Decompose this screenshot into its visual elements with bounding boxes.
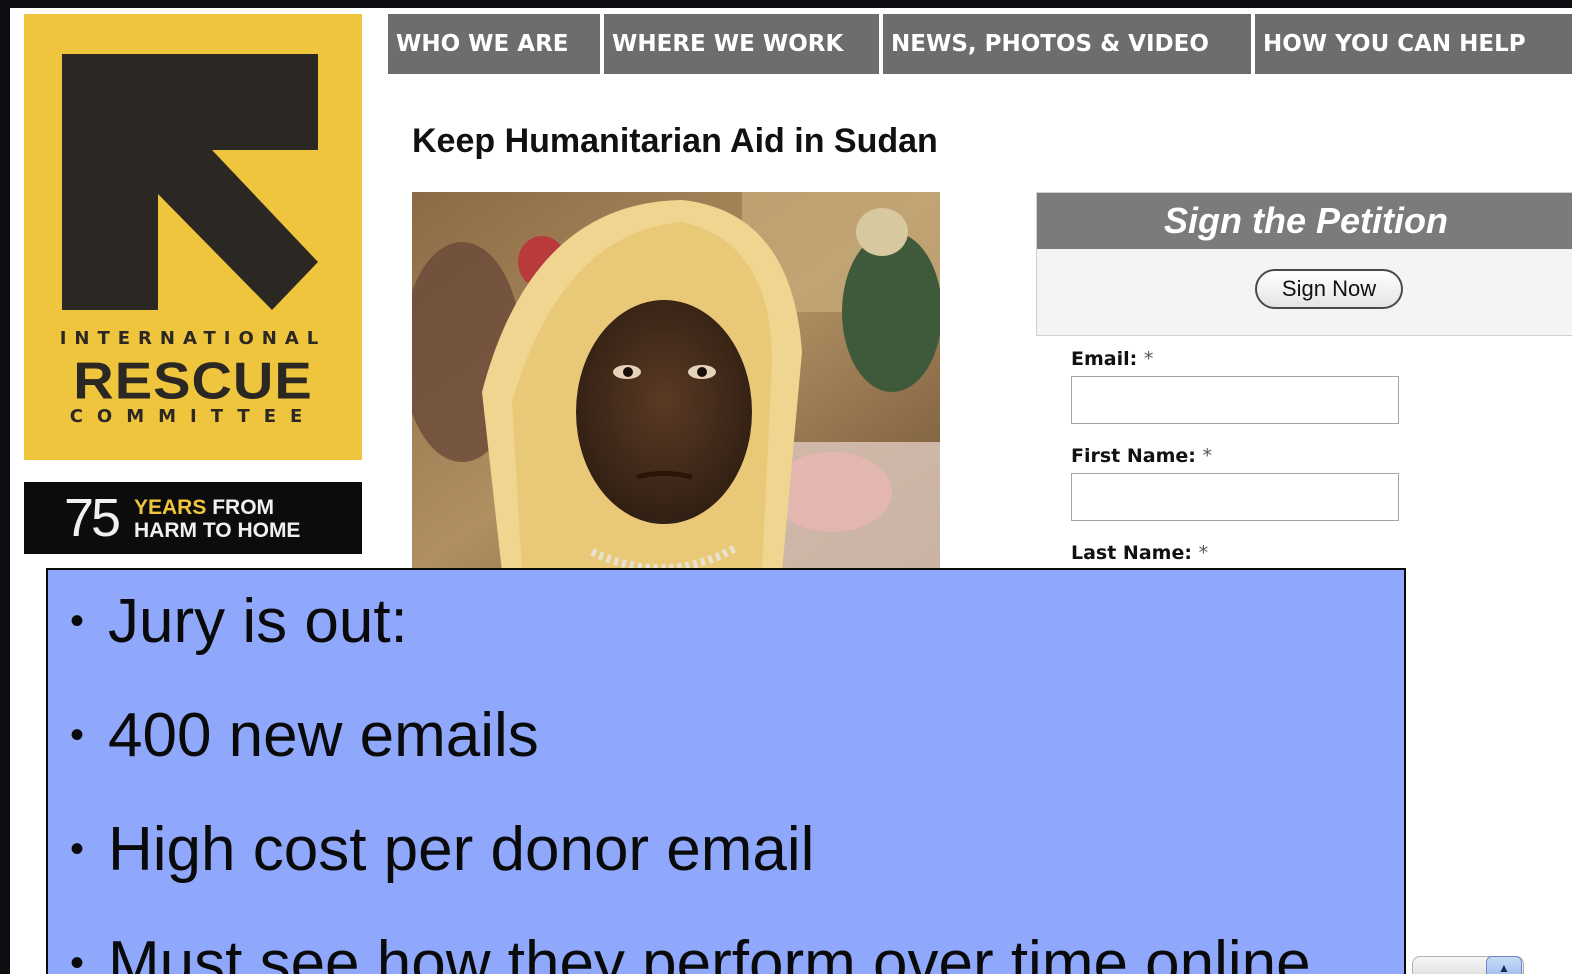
sign-now-button[interactable]: Sign Now [1255,269,1403,309]
bullet-dot-icon: • [70,827,85,871]
scroll-up-icon[interactable]: ▲ [1486,956,1522,974]
bullet-dot-icon: • [70,941,85,974]
bullet-item: • Jury is out: [70,586,408,657]
arrow-up-left-icon [62,54,318,310]
bullet-text: Must see how they perform over time onli… [108,929,1311,974]
nav-item-who-we-are[interactable]: WHO WE ARE [388,14,600,74]
anniversary-from: FROM [212,496,275,519]
anniversary-years: YEARS [134,496,207,519]
logo-committee-text: COMMITTEE [69,406,317,427]
email-field[interactable] [1071,376,1399,424]
first-name-field[interactable] [1071,473,1399,521]
nav-item-where-we-work[interactable]: WHERE WE WORK [604,14,879,74]
irc-logo[interactable]: INTERNATIONAL RESCUE COMMITTEE [24,14,362,460]
nav-item-how-you-can-help[interactable]: HOW YOU CAN HELP [1255,14,1572,74]
nav-item-news-photos-video[interactable]: NEWS, PHOTOS & VIDEO [883,14,1251,74]
bullet-text: Jury is out: [108,587,408,656]
email-label: Email: * [1071,348,1153,370]
anniversary-badge: 75 YEARS FROM HARM TO HOME [24,482,362,554]
email-label-text: Email: [1071,348,1138,370]
page-title: Keep Humanitarian Aid in Sudan [412,122,938,160]
petition-box: Sign the Petition Sign Now [1036,192,1572,336]
hero-photo-art [412,192,940,572]
hero-photo [412,192,940,572]
first-name-label: First Name: * [1071,445,1212,467]
first-name-required-mark: * [1202,445,1213,467]
logo-international-text: INTERNATIONAL [59,328,327,349]
logo-rescue-text: RESCUE [73,351,313,410]
bullet-item: • Must see how they perform over time onl… [70,928,1311,974]
bullet-item: • 400 new emails [70,700,539,771]
bullet-dot-icon: • [70,599,85,643]
bullet-item: • High cost per donor email [70,814,814,885]
last-name-label: Last Name: * [1071,542,1208,564]
anniversary-text: YEARS FROM HARM TO HOME [134,496,300,542]
bullet-dot-icon: • [70,713,85,757]
petition-heading: Sign the Petition [1037,193,1572,249]
last-name-required-mark: * [1198,542,1209,564]
last-name-label-text: Last Name: [1071,542,1192,564]
bullet-text: High cost per donor email [108,815,815,884]
anniversary-line2: HARM TO HOME [134,519,301,542]
bullet-callout: • Jury is out: • 400 new emails • High cost… [46,568,1406,974]
first-name-label-text: First Name: [1071,445,1196,467]
anniversary-number: 75 [64,488,121,548]
webpage-screenshot: INTERNATIONAL RESCUE COMMITTEE 75 YEARS … [10,8,1572,974]
email-required-mark: * [1143,348,1154,370]
main-nav: WHO WE ARE WHERE WE WORK NEWS, PHOTOS & … [388,14,1572,74]
slide-frame: INTERNATIONAL RESCUE COMMITTEE 75 YEARS … [0,0,1572,974]
bullet-text: 400 new emails [108,701,539,770]
